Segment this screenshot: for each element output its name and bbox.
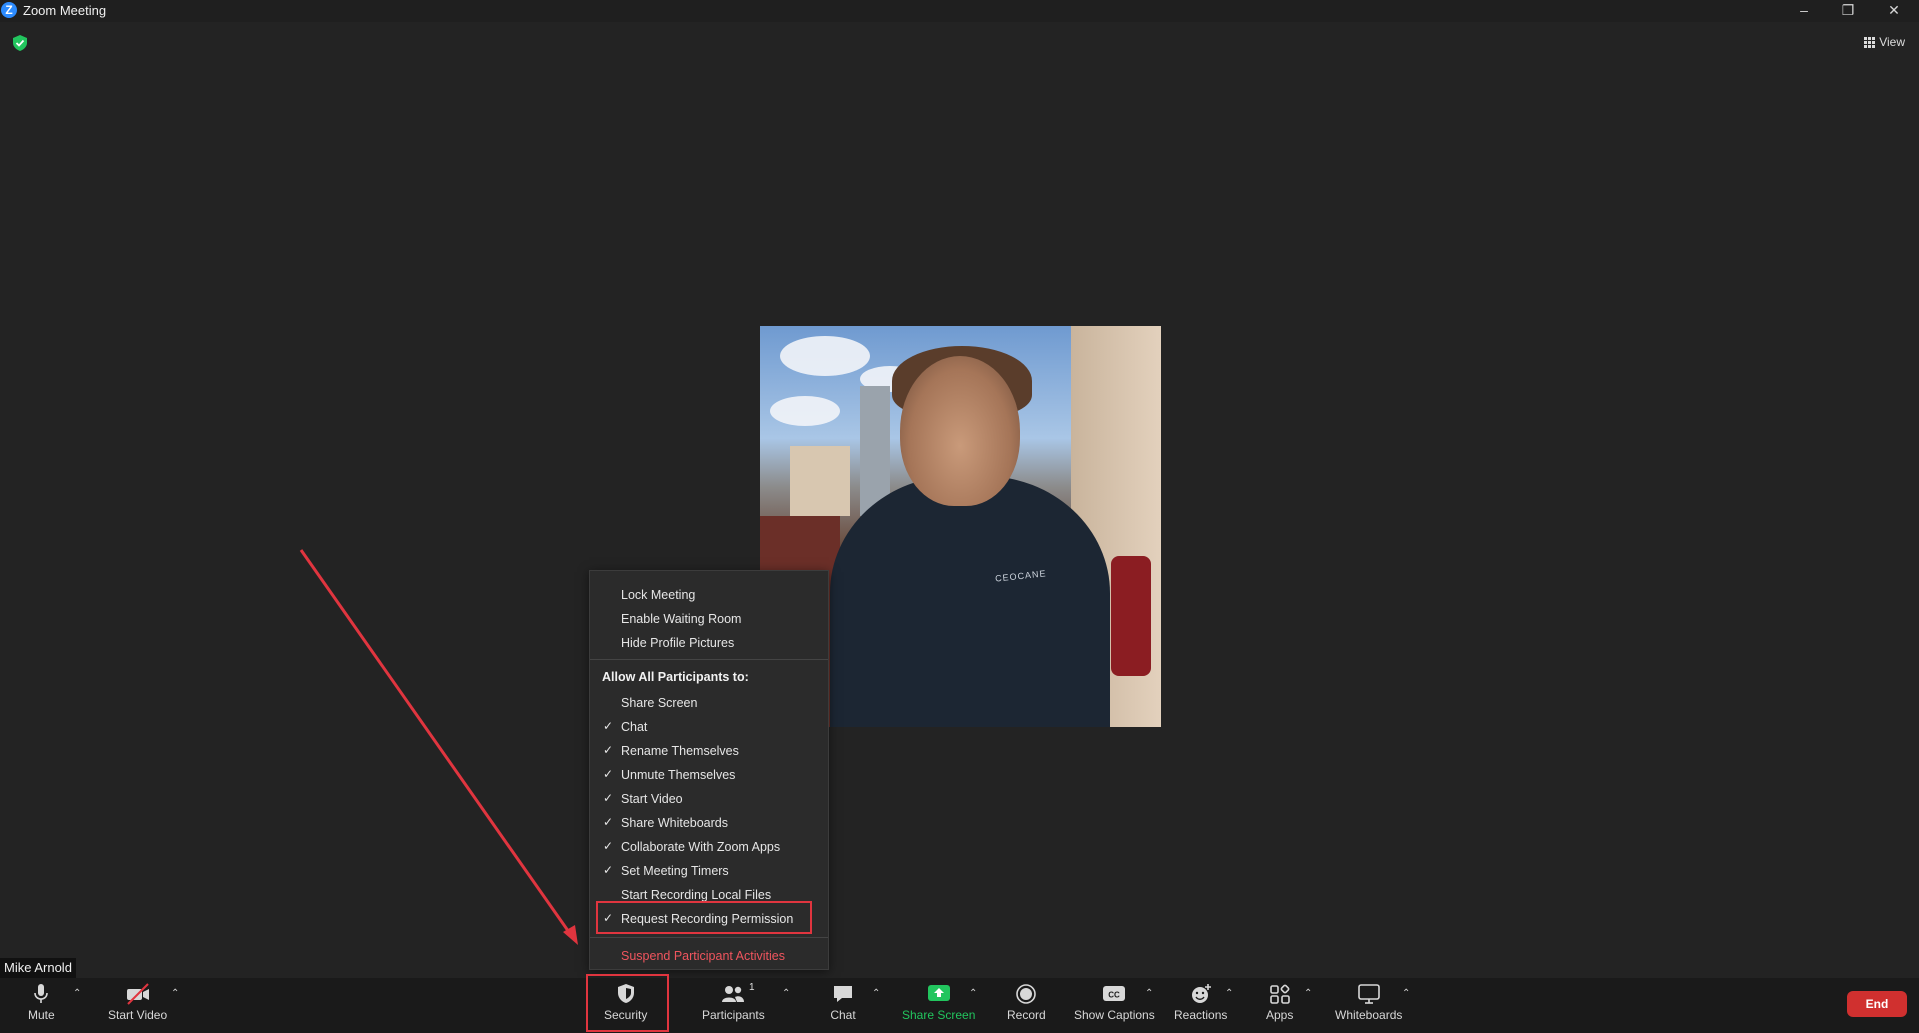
menu-divider xyxy=(590,937,828,938)
share-screen-label: Share Screen xyxy=(902,1008,976,1022)
participants-icon xyxy=(722,986,745,1002)
show-captions-button[interactable]: CC Show Captions xyxy=(1074,982,1155,1030)
show-captions-label: Show Captions xyxy=(1074,1008,1155,1022)
apps-options-chevron-icon[interactable]: ⌃ xyxy=(1304,988,1312,999)
chat-label: Chat xyxy=(830,1008,856,1022)
whiteboards-options-chevron-icon[interactable]: ⌃ xyxy=(1402,988,1410,999)
participants-label: Participants xyxy=(702,1008,765,1022)
record-icon xyxy=(1016,984,1037,1004)
share-screen-button[interactable]: Share Screen xyxy=(902,982,975,1030)
whiteboard-icon xyxy=(1357,984,1380,1004)
menu-item-start-video[interactable]: ✓ Start Video xyxy=(590,787,828,811)
menu-item-lock-meeting[interactable]: Lock Meeting xyxy=(590,583,828,607)
menu-item-set-meeting-timers[interactable]: ✓ Set Meeting Timers xyxy=(590,859,828,883)
apps-icon xyxy=(1269,984,1290,1004)
mute-label: Mute xyxy=(28,1008,55,1022)
mute-button[interactable]: Mute xyxy=(28,982,55,1030)
reactions-options-chevron-icon[interactable]: ⌃ xyxy=(1225,988,1233,999)
view-button[interactable]: View xyxy=(1864,35,1905,49)
participants-button[interactable]: 1 Participants xyxy=(702,982,765,1030)
menu-heading: Allow All Participants to: xyxy=(602,670,749,684)
minimize-icon[interactable]: – xyxy=(1782,0,1826,22)
reactions-button[interactable]: Reactions xyxy=(1174,982,1227,1030)
restore-icon[interactable]: ❐ xyxy=(1826,0,1870,22)
start-video-label: Start Video xyxy=(108,1008,168,1022)
record-button[interactable]: Record xyxy=(1007,982,1046,1030)
whiteboards-label: Whiteboards xyxy=(1335,1008,1403,1022)
view-label: View xyxy=(1879,35,1905,49)
share-options-chevron-icon[interactable]: ⌃ xyxy=(969,988,977,999)
menu-item-unmute-themselves[interactable]: ✓ Unmute Themselves xyxy=(590,763,828,787)
menu-item-hide-profile-pictures[interactable]: Hide Profile Pictures xyxy=(590,631,828,655)
checkmark-icon: ✓ xyxy=(603,719,614,733)
window-title: Zoom Meeting xyxy=(23,3,107,18)
svg-text:CC: CC xyxy=(1109,991,1121,1000)
checkmark-icon: ✓ xyxy=(603,815,614,829)
captions-options-chevron-icon[interactable]: ⌃ xyxy=(1145,988,1153,999)
share-screen-icon xyxy=(927,985,950,1001)
apps-button[interactable]: Apps xyxy=(1266,982,1293,1030)
grid-view-icon xyxy=(1864,37,1876,48)
participants-count: 1 xyxy=(749,982,755,993)
apps-label: Apps xyxy=(1266,1008,1294,1022)
menu-divider xyxy=(590,659,828,660)
menu-item-enable-waiting-room[interactable]: Enable Waiting Room xyxy=(590,607,828,631)
chat-bubble-icon xyxy=(834,986,852,1002)
annotation-security-box xyxy=(586,974,669,1032)
whiteboards-button[interactable]: Whiteboards xyxy=(1335,982,1402,1030)
record-label: Record xyxy=(1007,1008,1046,1022)
checkmark-icon: ✓ xyxy=(603,791,614,805)
participants-options-chevron-icon[interactable]: ⌃ xyxy=(782,988,790,999)
zoom-logo-icon: Z xyxy=(1,2,17,18)
annotation-highlight-box xyxy=(596,901,812,934)
video-options-chevron-icon[interactable]: ⌃ xyxy=(171,988,179,999)
start-video-button[interactable]: Start Video xyxy=(108,982,167,1030)
menu-item-suspend-participant-activities[interactable]: Suspend Participant Activities xyxy=(590,944,828,968)
chat-button[interactable]: Chat xyxy=(830,982,856,1030)
menu-item-share-screen[interactable]: Share Screen xyxy=(590,691,828,715)
checkmark-icon: ✓ xyxy=(603,743,614,757)
title-bar: Z Zoom Meeting – ❐ ✕ xyxy=(0,0,1919,22)
menu-item-rename-themselves[interactable]: ✓ Rename Themselves xyxy=(590,739,828,763)
menu-item-chat[interactable]: ✓ Chat xyxy=(590,715,828,739)
checkmark-icon: ✓ xyxy=(603,863,614,877)
checkmark-icon: ✓ xyxy=(603,839,614,853)
video-off-icon xyxy=(126,983,149,1005)
captions-cc-icon: CC xyxy=(1103,986,1126,1001)
menu-item-collaborate-zoom-apps[interactable]: ✓ Collaborate With Zoom Apps xyxy=(590,835,828,859)
reactions-smiley-icon xyxy=(1191,984,1211,1003)
chat-options-chevron-icon[interactable]: ⌃ xyxy=(872,988,880,999)
microphone-icon xyxy=(34,984,49,1003)
encryption-shield-icon[interactable] xyxy=(13,35,27,51)
audio-options-chevron-icon[interactable]: ⌃ xyxy=(73,988,81,999)
meeting-toolbar: Mute ⌃ Start Video ⌃ Security 1 Particip… xyxy=(0,978,1919,1033)
checkmark-icon: ✓ xyxy=(603,767,614,781)
end-meeting-button[interactable]: End xyxy=(1847,991,1907,1017)
reactions-label: Reactions xyxy=(1174,1008,1228,1022)
close-icon[interactable]: ✕ xyxy=(1872,0,1916,22)
menu-item-share-whiteboards[interactable]: ✓ Share Whiteboards xyxy=(590,811,828,835)
participant-name-tag: Mike Arnold xyxy=(0,958,76,978)
